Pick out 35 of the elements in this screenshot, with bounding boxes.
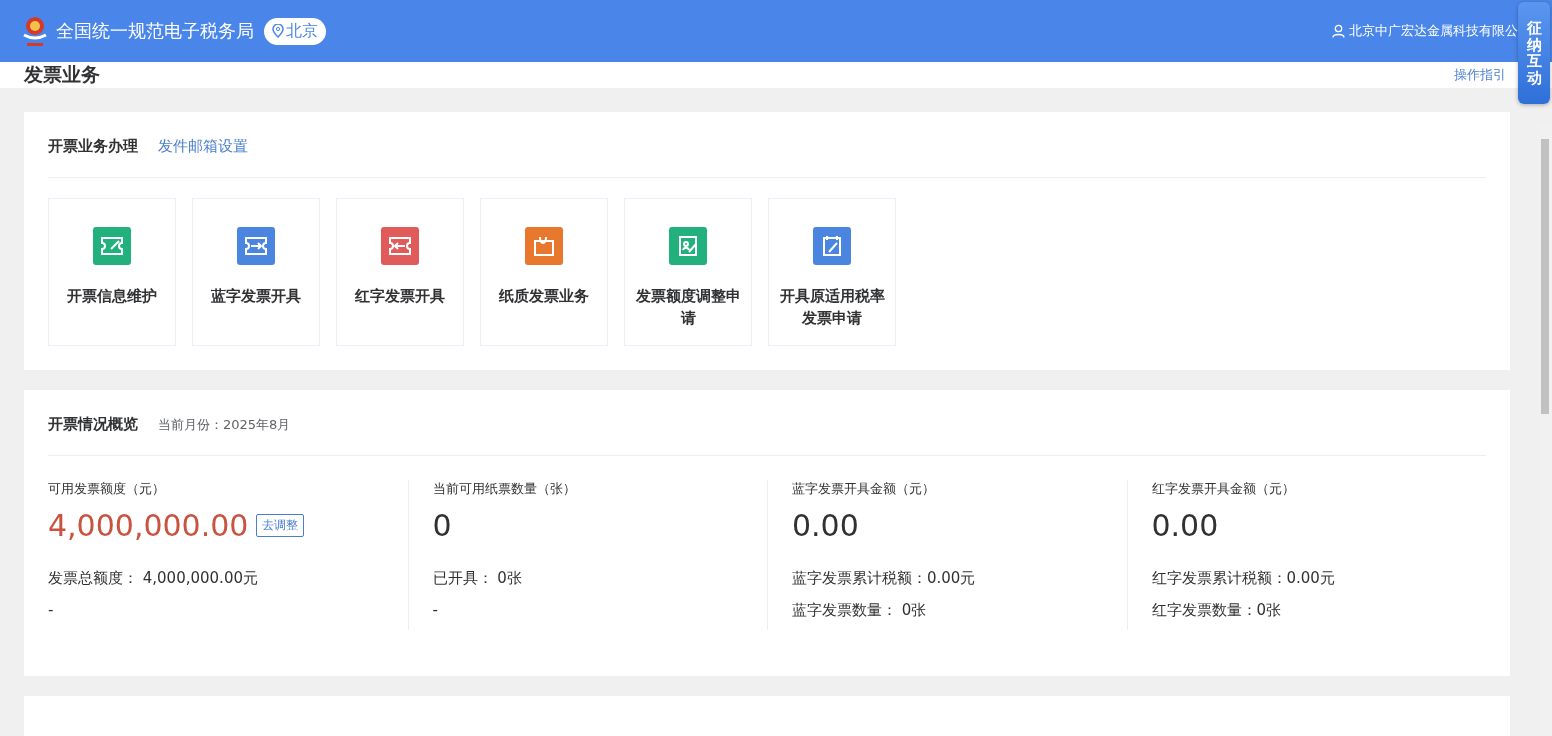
adjust-button[interactable]: 去调整 [256,513,305,537]
stat-label: 蓝字发票开具金额（元） [792,480,936,498]
stat-detail: 蓝字发票数量： 0张 [792,600,928,621]
business-tile[interactable]: 纸质发票业务 [480,198,608,346]
section-title: 开票情况概览 [48,415,138,434]
stat-detail: 发票总额度： 4,000,000.00元 [48,568,259,589]
stat-value: 4,000,000.00 [48,507,249,543]
company-name[interactable]: 北京中广宏达金属科技有限公 [1349,22,1518,40]
interaction-button[interactable]: 征纳互动 [1518,2,1550,104]
stat-detail: - [48,600,55,621]
stat-detail: 蓝字发票累计税额：0.00元 [792,568,977,589]
stat-detail: 已开具： 0张 [432,568,523,589]
section-title: 开票业务办理 [48,137,138,156]
stat-label: 可用发票额度（元） [48,480,166,498]
stat-label: 当前可用纸票数量（张） [432,480,577,498]
location-pin-icon [272,24,284,38]
site-title: 全国统一规范电子税务局 [56,19,254,43]
business-tile[interactable]: 红字发票开具 [336,198,464,346]
stat-label: 红字发票开具金额（元） [1151,480,1296,498]
stat-detail: 红字发票数量：0张 [1151,600,1283,621]
current-month: 当前月份：2025年8月 [158,415,291,434]
stat-detail: - [432,600,439,621]
stat-value: 0 [432,507,452,543]
page-title: 发票业务 [24,62,100,87]
business-tile[interactable]: 开票信息维护 [48,198,176,346]
region-selector[interactable]: 北京 [264,17,326,45]
stat-value: 0.00 [792,507,859,543]
mailbox-settings-link[interactable]: 发件邮箱设置 [158,137,248,156]
user-icon [1332,24,1345,38]
stat-value: 0.00 [1151,507,1219,543]
stat-detail: 红字发票累计税额：0.00元 [1151,568,1336,589]
business-tile[interactable]: 发票额度调整申请 [624,198,752,346]
business-tile[interactable]: 开具原适用税率发票申请 [768,198,896,346]
guide-link[interactable]: 操作指引 [1454,66,1506,84]
business-tile[interactable]: 蓝字发票开具 [192,198,320,346]
